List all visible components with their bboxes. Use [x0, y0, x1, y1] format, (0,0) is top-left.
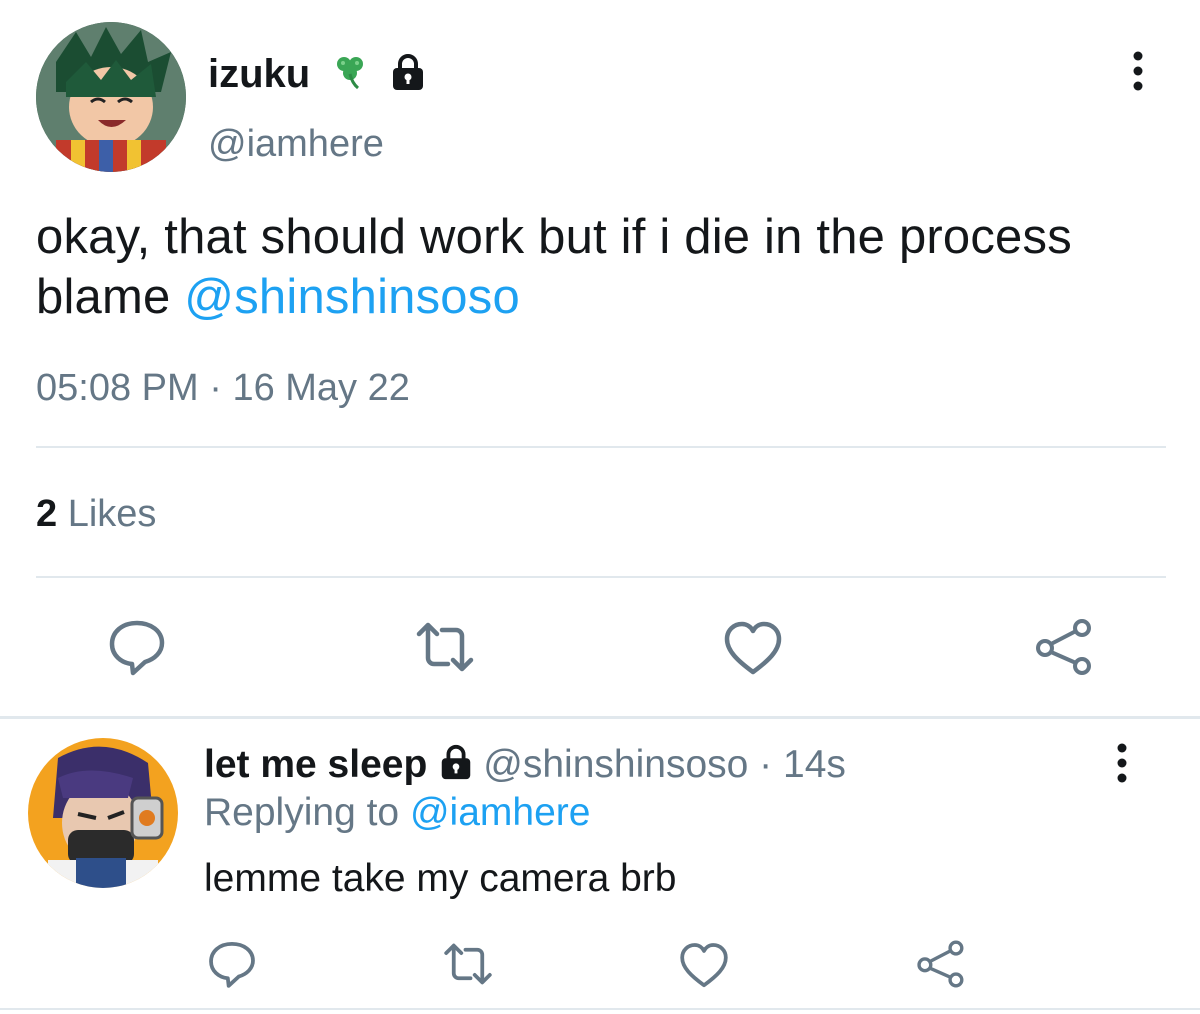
user-handle[interactable]: @shinshinsoso [483, 743, 748, 786]
display-name[interactable]: let me sleep [204, 743, 427, 786]
more-options-icon[interactable] [1112, 742, 1132, 784]
tweet-text: okay, that should work but if i die in t… [36, 207, 1156, 327]
likes-label: Likes [67, 493, 157, 535]
divider [0, 1008, 1200, 1010]
clover-icon [330, 50, 372, 92]
tweet-date: 16 May 22 [232, 367, 410, 409]
reply-age: 14s [783, 743, 846, 786]
reply-icon[interactable] [206, 938, 258, 990]
replying-handle-link[interactable]: @iamhere [410, 791, 591, 834]
tweet-time: 05:08 PM [36, 367, 199, 409]
lock-icon [437, 743, 475, 781]
retweet-icon[interactable] [442, 938, 494, 990]
mention-link[interactable]: @shinshinsoso [184, 270, 520, 324]
user-handle[interactable]: @iamhere [208, 120, 384, 168]
share-icon[interactable] [1032, 616, 1094, 678]
retweet-icon[interactable] [414, 616, 476, 678]
reply-text: lemme take my camera brb [204, 857, 677, 900]
likes-count: 2 [36, 493, 58, 535]
share-icon[interactable] [914, 938, 966, 990]
avatar[interactable] [28, 738, 178, 888]
timestamp: 05:08 PM · 16 May 22 [36, 367, 410, 409]
reply-header: let me sleep @shinshinsoso · 14s [204, 743, 846, 786]
avatar[interactable] [36, 22, 186, 172]
replying-label: Replying to [204, 791, 400, 834]
more-options-icon[interactable] [1128, 50, 1148, 92]
reply-icon[interactable] [106, 616, 168, 678]
divider [36, 446, 1166, 448]
display-name[interactable]: izuku [208, 48, 310, 100]
divider [36, 576, 1166, 578]
like-icon[interactable] [722, 618, 784, 680]
lock-icon [388, 52, 428, 92]
replying-to: Replying to @iamhere [204, 788, 590, 838]
like-icon[interactable] [678, 940, 730, 992]
likes-stat[interactable]: 2 Likes [36, 490, 156, 538]
section-divider [0, 716, 1200, 719]
